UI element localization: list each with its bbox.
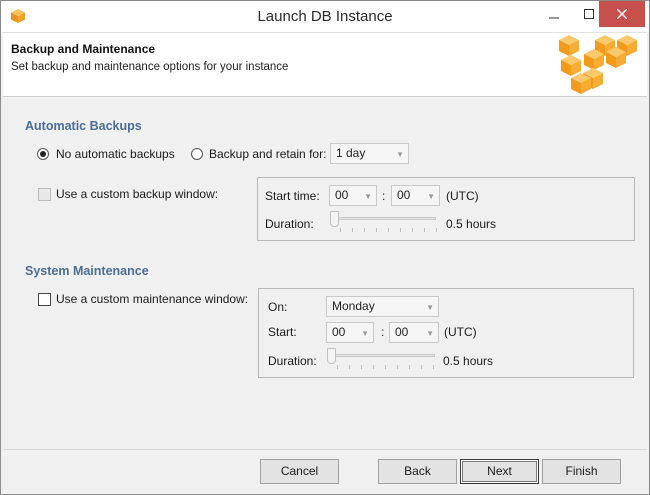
time-separator: : [381, 325, 385, 339]
wizard-header: Backup and Maintenance Set backup and ma… [3, 32, 647, 97]
finish-button[interactable]: Finish [542, 459, 621, 484]
backup-duration-label: Duration: [265, 217, 314, 231]
backup-window-panel: Start time: 00 ▼ : 00 ▼ (UTC) Duration: … [257, 177, 635, 241]
retain-backups-radio[interactable] [191, 148, 203, 160]
next-button[interactable]: Next [460, 459, 539, 484]
backup-duration-slider[interactable] [330, 217, 436, 220]
retention-period-value: 1 day [336, 146, 366, 160]
backup-start-hour-value: 00 [335, 188, 349, 202]
maintenance-window-panel: On: Monday ▼ Start: 00 ▼ : 00 ▼ (UTC) Du… [258, 288, 634, 378]
close-icon [617, 9, 627, 19]
chevron-down-icon: ▼ [427, 192, 435, 201]
maintenance-duration-ticks [337, 365, 437, 369]
chevron-down-icon: ▼ [361, 329, 369, 338]
maintenance-start-hour-select[interactable]: 00 ▼ [326, 322, 374, 343]
custom-maintenance-window-label[interactable]: Use a custom maintenance window: [56, 292, 248, 306]
maintenance-duration-slider[interactable] [327, 354, 435, 357]
backup-start-minute-select[interactable]: 00 ▼ [391, 185, 440, 206]
aws-logo-cubes [559, 35, 637, 94]
chevron-down-icon: ▼ [426, 329, 434, 338]
retain-backups-label[interactable]: Backup and retain for: [209, 147, 326, 161]
retention-period-select[interactable]: 1 day ▼ [330, 143, 409, 164]
back-button[interactable]: Back [378, 459, 457, 484]
maintenance-duration-slider-thumb[interactable] [327, 348, 336, 364]
backup-start-time-label: Start time: [265, 189, 320, 203]
chevron-down-icon: ▼ [364, 192, 372, 201]
backup-duration-ticks [340, 228, 438, 232]
maintenance-start-label: Start: [268, 325, 297, 339]
time-separator: : [382, 189, 386, 203]
title-bar: Launch DB Instance [1, 1, 649, 32]
custom-maintenance-window-checkbox[interactable] [38, 293, 51, 306]
minimize-button[interactable] [537, 1, 571, 27]
backup-duration-value: 0.5 hours [446, 217, 497, 231]
maintenance-day-value: Monday [332, 299, 375, 313]
custom-backup-window-checkbox[interactable] [38, 188, 51, 201]
maintenance-day-label: On: [268, 300, 288, 314]
maintenance-start-hour-value: 00 [332, 325, 346, 339]
maintenance-duration-label: Duration: [268, 354, 317, 368]
maintenance-start-minute-select[interactable]: 00 ▼ [389, 322, 439, 343]
backup-duration-slider-thumb[interactable] [330, 211, 339, 227]
automatic-backups-heading: Automatic Backups [25, 119, 142, 133]
backup-timezone-label: (UTC) [446, 189, 479, 203]
minimize-icon [549, 17, 559, 19]
backup-start-hour-select[interactable]: 00 ▼ [329, 185, 377, 206]
cancel-button[interactable]: Cancel [260, 459, 339, 484]
maintenance-start-minute-value: 00 [395, 325, 409, 339]
backup-start-minute-value: 00 [397, 188, 411, 202]
chevron-down-icon: ▼ [396, 150, 404, 159]
close-button[interactable] [599, 1, 645, 27]
page-subtitle: Set backup and maintenance options for y… [11, 61, 289, 73]
chevron-down-icon: ▼ [426, 303, 434, 312]
maintenance-day-select[interactable]: Monday ▼ [326, 296, 439, 317]
maximize-icon [584, 9, 594, 19]
no-backups-label[interactable]: No automatic backups [56, 147, 175, 161]
maintenance-timezone-label: (UTC) [444, 325, 477, 339]
page-title: Backup and Maintenance [11, 42, 156, 56]
launch-db-instance-window: Launch DB Instance Backup and Maintenanc… [0, 0, 650, 495]
custom-backup-window-label[interactable]: Use a custom backup window: [56, 187, 218, 201]
system-maintenance-heading: System Maintenance [25, 264, 149, 278]
footer-divider [3, 449, 647, 450]
maintenance-duration-value: 0.5 hours [443, 354, 494, 368]
no-backups-radio[interactable] [37, 148, 49, 160]
